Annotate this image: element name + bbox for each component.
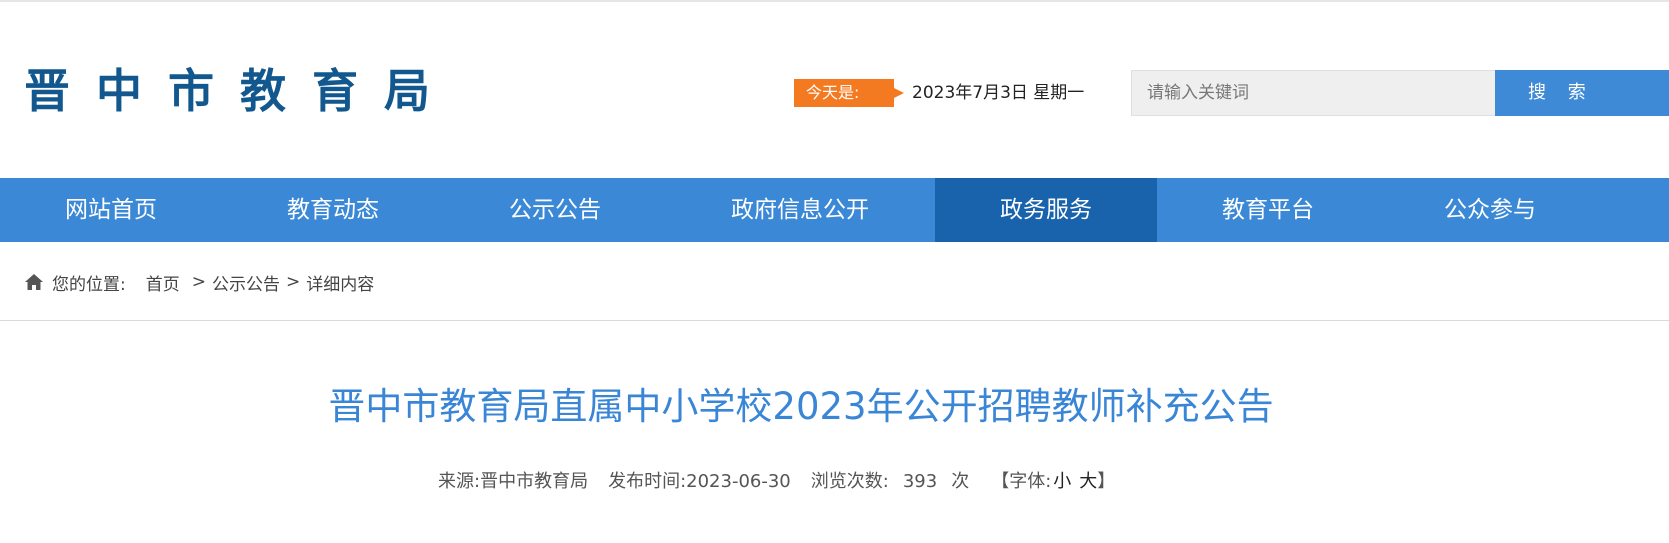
font-small-button[interactable]: 小 [1053, 468, 1071, 496]
breadcrumb-separator: > [191, 272, 206, 292]
nav-item-education-news[interactable]: 教育动态 [222, 178, 444, 242]
views-count: 393 [902, 471, 938, 492]
nav-item-home[interactable]: 网站首页 [0, 178, 222, 242]
top-divider [0, 0, 1669, 2]
font-large-button[interactable]: 大 [1079, 468, 1097, 496]
source-value: 晋中市教育局 [480, 471, 589, 492]
breadcrumb-announcements[interactable]: 公示公告 [212, 270, 280, 295]
breadcrumb-separator: > [285, 272, 301, 292]
home-icon [24, 273, 44, 291]
main-nav: 网站首页 教育动态 公示公告 政府信息公开 政务服务 教育平台 公众参与 [0, 178, 1669, 242]
views-unit: 次 [951, 471, 970, 492]
nav-item-gov-info[interactable]: 政府信息公开 [666, 178, 934, 242]
views-label: 浏览次数: [810, 471, 889, 492]
site-logo[interactable]: 晋中市教育局 [24, 58, 456, 118]
content-divider [0, 320, 1669, 321]
breadcrumb-home[interactable]: 首页 [146, 270, 180, 295]
publish-label: 发布时间: [608, 471, 687, 492]
date-label-badge: 今天是: [794, 79, 904, 107]
search-button[interactable]: 搜 索 [1495, 70, 1669, 116]
nav-item-public-participation[interactable]: 公众参与 [1379, 178, 1601, 242]
search-input[interactable] [1131, 70, 1495, 116]
article-title: 晋中市教育局直属中小学校2023年公开招聘教师补充公告 [328, 385, 1274, 428]
current-date: 2023年7月3日 星期一 [912, 83, 1085, 103]
nav-item-announcements[interactable]: 公示公告 [444, 178, 666, 242]
article-meta: 来源: 晋中市教育局 发布时间: 2023-06-30 浏览次数: 393 次 … [438, 468, 1115, 496]
nav-item-gov-services[interactable]: 政务服务 [935, 178, 1157, 242]
breadcrumb: 您的位置: 首页 > 公示公告 > 详细内容 [24, 270, 375, 295]
breadcrumb-label: 您的位置: [52, 274, 126, 295]
nav-item-edu-platform[interactable]: 教育平台 [1157, 178, 1379, 242]
publish-date: 2023-06-30 [686, 471, 791, 492]
breadcrumb-current: 详细内容 [306, 274, 375, 295]
font-size-label: 【字体: [991, 471, 1052, 492]
source-label: 来源: [438, 471, 481, 492]
font-size-close: 】 [1097, 471, 1116, 492]
